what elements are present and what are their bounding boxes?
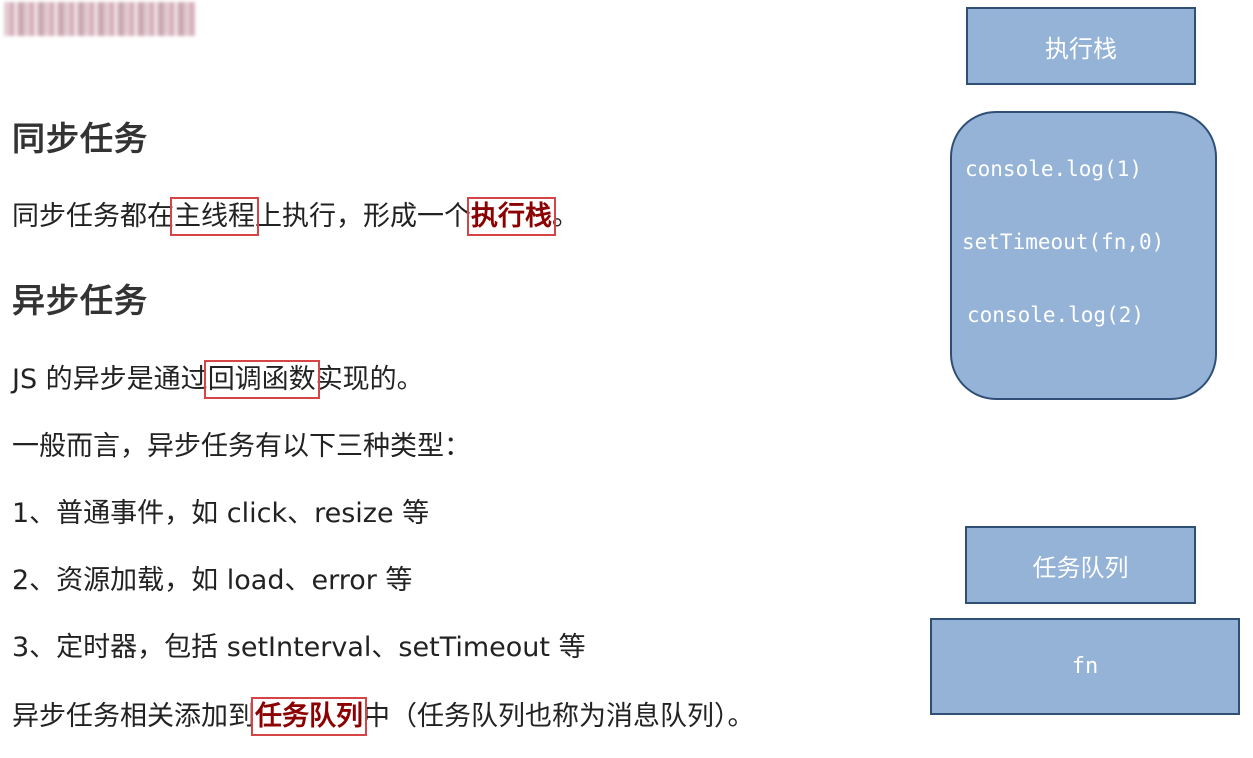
exec-stack-highlight: 执行栈 — [467, 197, 556, 236]
callback-highlight: 回调函数 — [203, 360, 320, 399]
stack-item-console-log-1: console.log(1) — [965, 157, 1143, 181]
task-queue-label: 任务队列 — [965, 526, 1196, 604]
task-queue-highlight: 任务队列 — [251, 697, 367, 736]
queue-text-end: 中（任务队列也称为消息队列）。 — [363, 701, 755, 732]
async-type-2: 2、资源加载，如 load、error 等 — [12, 565, 413, 596]
main-thread-highlight: 主线程 — [170, 197, 259, 236]
async-text-end: 实现的。 — [315, 364, 424, 395]
blurred-logo — [4, 2, 196, 36]
task-queue-item-fn: fn — [930, 618, 1240, 715]
queue-text-pre: 异步任务相关添加到 — [12, 701, 255, 732]
task-queue-description: 异步任务相关添加到任务队列中（任务队列也称为消息队列）。 — [12, 697, 755, 736]
sync-text-end: 。 — [552, 201, 579, 232]
async-heading: 异步任务 — [12, 281, 148, 320]
async-type-1: 1、普通事件，如 click、resize 等 — [12, 498, 430, 529]
async-description: JS 的异步是通过回调函数实现的。 — [12, 360, 424, 399]
sync-heading: 同步任务 — [12, 119, 148, 158]
exec-stack-box: console.log(1) setTimeout(fn,0) console.… — [950, 111, 1217, 400]
stack-item-console-log-2: console.log(2) — [967, 303, 1145, 327]
sync-text-mid: 上执行，形成一个 — [255, 201, 471, 232]
sync-text-pre: 同步任务都在 — [12, 201, 174, 232]
async-type-3: 3、定时器，包括 setInterval、setTimeout 等 — [12, 632, 586, 663]
stack-item-settimeout: setTimeout(fn,0) — [962, 230, 1165, 254]
async-text-pre: JS 的异步是通过 — [12, 364, 208, 395]
exec-stack-label: 执行栈 — [966, 7, 1196, 85]
async-types-intro: 一般而言，异步任务有以下三种类型： — [12, 431, 471, 462]
sync-description: 同步任务都在主线程上执行，形成一个执行栈。 — [12, 197, 579, 236]
